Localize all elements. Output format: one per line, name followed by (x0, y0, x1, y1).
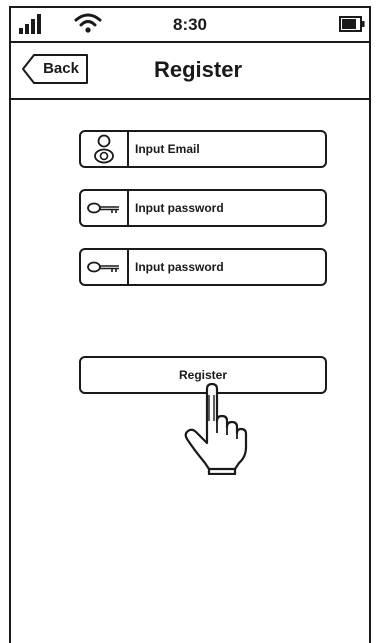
confirm-password-input[interactable] (129, 250, 321, 284)
status-time: 8:30 (172, 15, 208, 34)
password-field[interactable] (79, 189, 327, 227)
email-field[interactable] (79, 130, 327, 168)
key-icon (81, 191, 129, 225)
user-icon (81, 132, 129, 166)
pointing-hand-icon (184, 383, 248, 475)
page-title: Register (153, 57, 243, 82)
status-bar: 8:30 (11, 8, 369, 43)
phone-screen: 8:30 Back Register Input Email Register (9, 6, 371, 643)
battery-icon (339, 16, 365, 32)
confirm-password-field[interactable] (79, 248, 327, 286)
email-input[interactable] (129, 132, 321, 166)
key-icon (81, 250, 129, 284)
password-input[interactable] (129, 191, 321, 225)
nav-bar: Back Register (11, 41, 369, 100)
